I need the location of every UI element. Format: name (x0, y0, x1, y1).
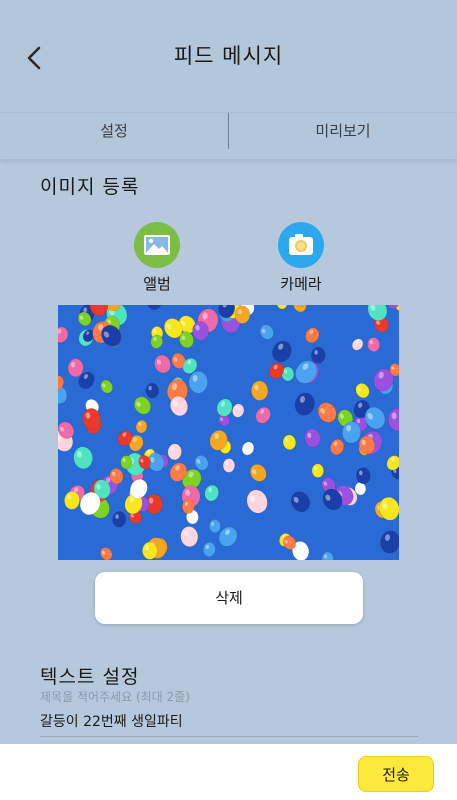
balloon (330, 439, 345, 455)
balloon (232, 403, 245, 418)
tab-bar: 설정 미리보기 (0, 112, 457, 159)
balloon (145, 383, 159, 399)
balloon (180, 526, 199, 547)
balloon (311, 346, 326, 364)
balloon (367, 337, 380, 352)
balloon (208, 519, 221, 533)
image-icon (144, 235, 170, 255)
balloon (276, 305, 288, 310)
balloon (146, 305, 162, 310)
camera-button[interactable]: 카메라 (261, 222, 341, 294)
bottom-bar: 전송 (0, 744, 457, 800)
balloon (387, 408, 399, 432)
balloon (222, 458, 236, 473)
balloon (112, 511, 127, 528)
balloon (188, 371, 208, 394)
balloon (241, 441, 255, 456)
balloon (355, 383, 370, 399)
title-hint: 제목을 적어주세요 (최대 2줄) (40, 690, 190, 704)
balloon (304, 428, 321, 448)
balloon (305, 327, 320, 344)
balloon (58, 326, 69, 343)
page-title: 피드 메시지 (173, 44, 284, 68)
camera-icon (289, 234, 313, 255)
balloon (216, 398, 233, 417)
album-button[interactable]: 앨범 (117, 222, 197, 294)
text-section-title: 텍스트 설정 (40, 666, 140, 688)
title-input[interactable] (40, 706, 418, 737)
balloon (294, 392, 315, 416)
balloon (351, 338, 364, 351)
balloon (291, 491, 310, 513)
balloon (135, 419, 148, 434)
balloon (100, 379, 113, 394)
balloon (379, 496, 399, 521)
send-button[interactable]: 전송 (358, 756, 434, 792)
balloon (73, 446, 93, 470)
balloons-photo (58, 305, 399, 560)
balloon (311, 463, 324, 478)
balloon (167, 443, 182, 461)
album-icon-circle (134, 222, 180, 268)
balloon (246, 489, 268, 514)
balloon (255, 406, 271, 424)
delete-button[interactable]: 삭제 (95, 572, 363, 624)
balloon (202, 542, 216, 557)
balloon (321, 551, 334, 560)
balloon (204, 484, 219, 502)
balloon (282, 434, 297, 450)
balloon (356, 467, 371, 485)
balloon (67, 358, 84, 378)
album-label: 앨범 (143, 275, 171, 293)
tab-preview[interactable]: 미리보기 (229, 113, 457, 159)
balloon (234, 305, 251, 324)
camera-label: 카메라 (280, 275, 322, 293)
balloon (100, 547, 113, 560)
balloon (272, 340, 292, 363)
balloon (293, 305, 307, 313)
selected-image (58, 305, 399, 560)
balloon (142, 541, 158, 560)
tab-settings[interactable]: 설정 (0, 113, 228, 159)
camera-icon-circle (278, 222, 324, 268)
balloon (250, 380, 269, 401)
balloon (259, 324, 274, 340)
balloon (64, 491, 80, 510)
balloon (154, 354, 171, 374)
app-header: 피드 메시지 (0, 0, 457, 112)
balloon (380, 530, 399, 554)
image-section-title: 이미지 등록 (40, 176, 140, 198)
balloon (249, 464, 267, 482)
balloon (317, 402, 337, 423)
